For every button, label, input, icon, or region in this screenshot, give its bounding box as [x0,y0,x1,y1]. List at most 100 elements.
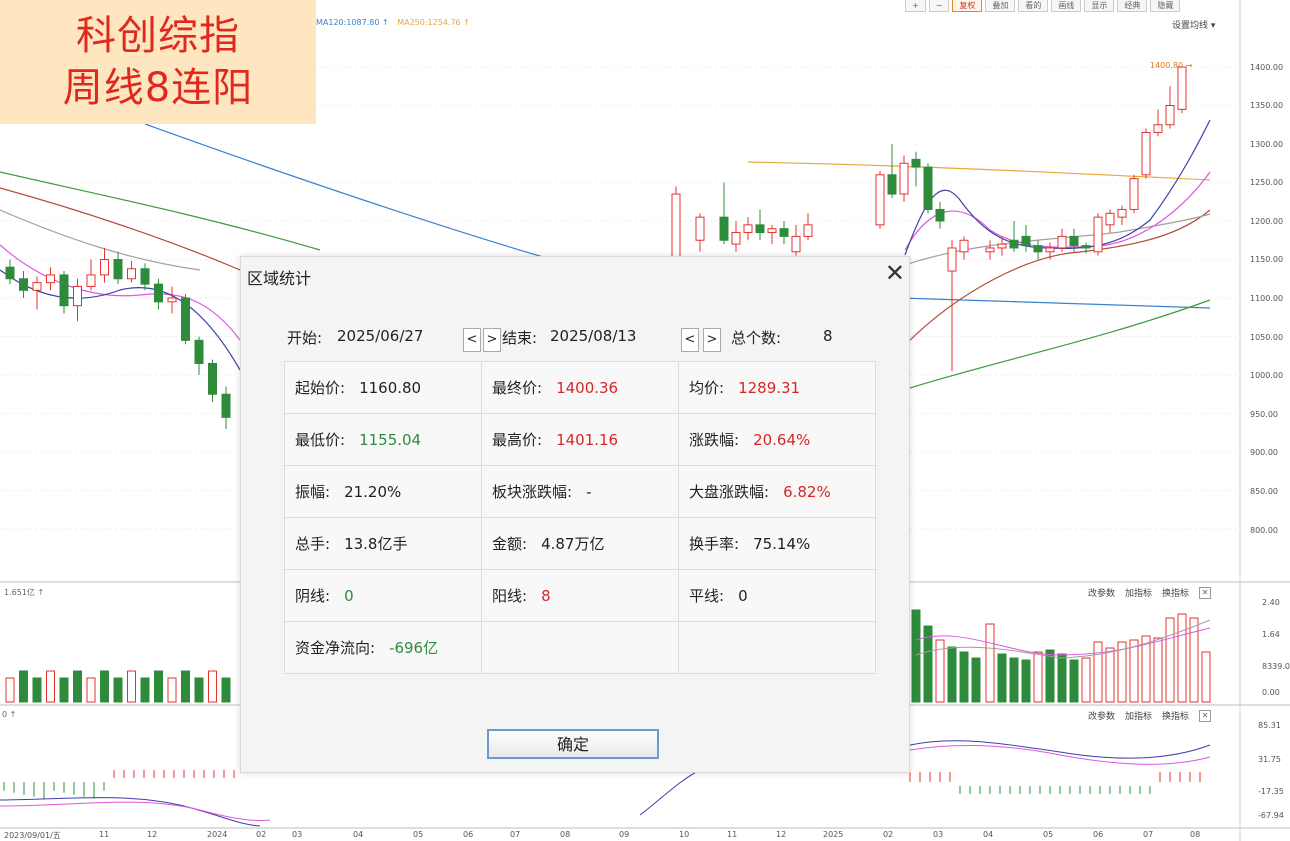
volume-bar [113,677,123,703]
stats-value: 1160.80 [359,379,422,397]
price-tick-label: 1200.00 [1250,217,1284,226]
volume-bar [911,609,921,703]
toolbar-minus-button[interactable]: − [928,0,950,12]
toolbar-button-3[interactable]: 看的 [1018,0,1049,12]
start-next-button[interactable]: > [483,328,501,352]
arrow-up-icon: ↑ [37,588,45,597]
vol-close-icon[interactable]: ✕ [1199,586,1212,599]
price-tick-label: 1150.00 [1250,255,1284,264]
price-tag: 1400.80 → [1150,61,1192,70]
toolbar-button-draw[interactable]: 画线 [1051,0,1082,12]
time-tick-label: 10 [679,830,690,839]
time-tick-label: 04 [983,830,994,839]
stats-cell: 阳线: 8 [481,569,679,622]
toolbar-button-display[interactable]: 显示 [1084,0,1115,12]
time-tick-label: 05 [1043,830,1054,839]
stats-cell: 均价: 1289.31 [678,361,876,414]
candle-body [947,247,957,272]
stats-value: 21.20% [344,483,402,501]
candle-body [1081,245,1091,249]
range-row: 开始: 2025/06/27 < > 结束: 2025/08/13 < > 总个… [287,327,867,353]
macd-add-indicator-button[interactable]: 加指标 [1125,709,1152,722]
ok-button[interactable]: 确定 [487,729,659,759]
stats-label: 资金净流向: [295,639,376,657]
vol-add-indicator-button[interactable]: 加指标 [1125,586,1152,599]
price-tick-label: 1350.00 [1250,101,1284,110]
time-tick-label: 02 [883,830,894,839]
stats-row: 资金净流向: -696亿 [284,621,876,674]
candle-body [985,247,995,253]
candle-body [695,216,705,241]
volume-bar [1081,657,1091,703]
price-tick-label: 1100.00 [1250,294,1284,303]
volume-tick-label: 1.64 [1262,630,1280,639]
ma-settings-button[interactable]: 设置均线 ▾ [1172,18,1215,31]
range-stats-dialog: 区域统计 ✕ 开始: 2025/06/27 < > 结束: 2025/08/13… [240,256,910,773]
chevron-down-icon: ▾ [1210,21,1216,31]
candle-body [194,339,204,364]
volume-bar [167,677,177,703]
volume-bar [1033,651,1043,703]
toolbar-button-hide[interactable]: 隐藏 [1150,0,1181,12]
toolbar-button-classic[interactable]: 经典 [1117,0,1148,12]
volume-bar [1093,641,1103,703]
title-line-2: 周线8连阳 [62,65,254,111]
volume-tick-label: 2.40 [1262,598,1280,607]
stats-label: 最高价: [492,431,543,449]
volume-bar [1177,613,1187,703]
candle-body [743,224,753,234]
stats-label: 总手: [295,535,331,553]
volume-bar [1057,653,1067,703]
ma250-line [747,161,1211,181]
price-tick-label: 1400.00 [1250,63,1284,72]
time-tick-label: 12 [147,830,158,839]
vol-switch-indicator-button[interactable]: 换指标 [1162,586,1189,599]
arrow-right-icon: → [1185,61,1193,70]
stats-label: 最终价: [492,379,543,397]
candle-body [997,243,1007,249]
time-axis: 2023/09/01/五 11 12 2024 02 03 04 05 06 07 08 09 10 11… [0,829,1240,841]
ma120-arrow-icon: ↑ [381,18,389,27]
toolbar-plus-button[interactable]: + [905,0,926,12]
start-prev-button[interactable]: < [463,328,481,352]
vol-edit-params-button[interactable]: 改参数 [1088,586,1115,599]
stats-cell: 换手率: 75.14% [678,517,876,570]
candle-body [127,268,136,280]
end-next-button[interactable]: > [703,328,721,352]
stats-value: 1401.16 [556,431,619,449]
macd-close-icon[interactable]: ✕ [1199,709,1212,722]
title-banner: 科创综指 周线8连阳 [0,0,316,124]
macd-edit-params-button[interactable]: 改参数 [1088,709,1115,722]
volume-bar [1165,617,1175,703]
time-tick-label: 2024 [207,830,228,839]
candle-body [59,274,69,307]
end-label: 结束: [502,329,538,347]
ma30-line [0,187,241,271]
stats-label: 涨跌幅: [689,431,740,449]
candle-body [803,224,813,237]
candle-body [32,282,42,291]
count-label: 总个数: [731,329,782,347]
macd-tick-label: 85.31 [1258,721,1281,730]
toolbar-button-overlay[interactable]: 叠加 [985,0,1016,12]
toolbar-button-restore[interactable]: 复权 [952,0,983,12]
stats-cell: 振幅: 21.20% [284,465,482,518]
candle-body [959,239,969,253]
time-tick-label: 07 [1143,830,1154,839]
candle-body [86,274,96,287]
price-tick-label: 1000.00 [1250,371,1284,380]
macd-label: 0 ↑ [2,710,17,719]
stats-value: 0 [344,587,354,605]
macd-switch-indicator-button[interactable]: 换指标 [1162,709,1189,722]
close-icon[interactable]: ✕ [885,259,905,287]
stats-value: 6.82% [783,483,831,501]
volume-bar [1129,639,1139,703]
stats-cell [481,621,679,674]
stats-label: 大盘涨跌幅: [689,483,770,501]
stats-row: 起始价: 1160.80 最终价: 1400.36 均价: 1289.31 [284,361,876,414]
volume-bar [86,677,96,703]
volume-bar [1117,641,1127,703]
time-tick-label: 06 [463,830,474,839]
end-prev-button[interactable]: < [681,328,699,352]
candle-body [731,232,741,245]
